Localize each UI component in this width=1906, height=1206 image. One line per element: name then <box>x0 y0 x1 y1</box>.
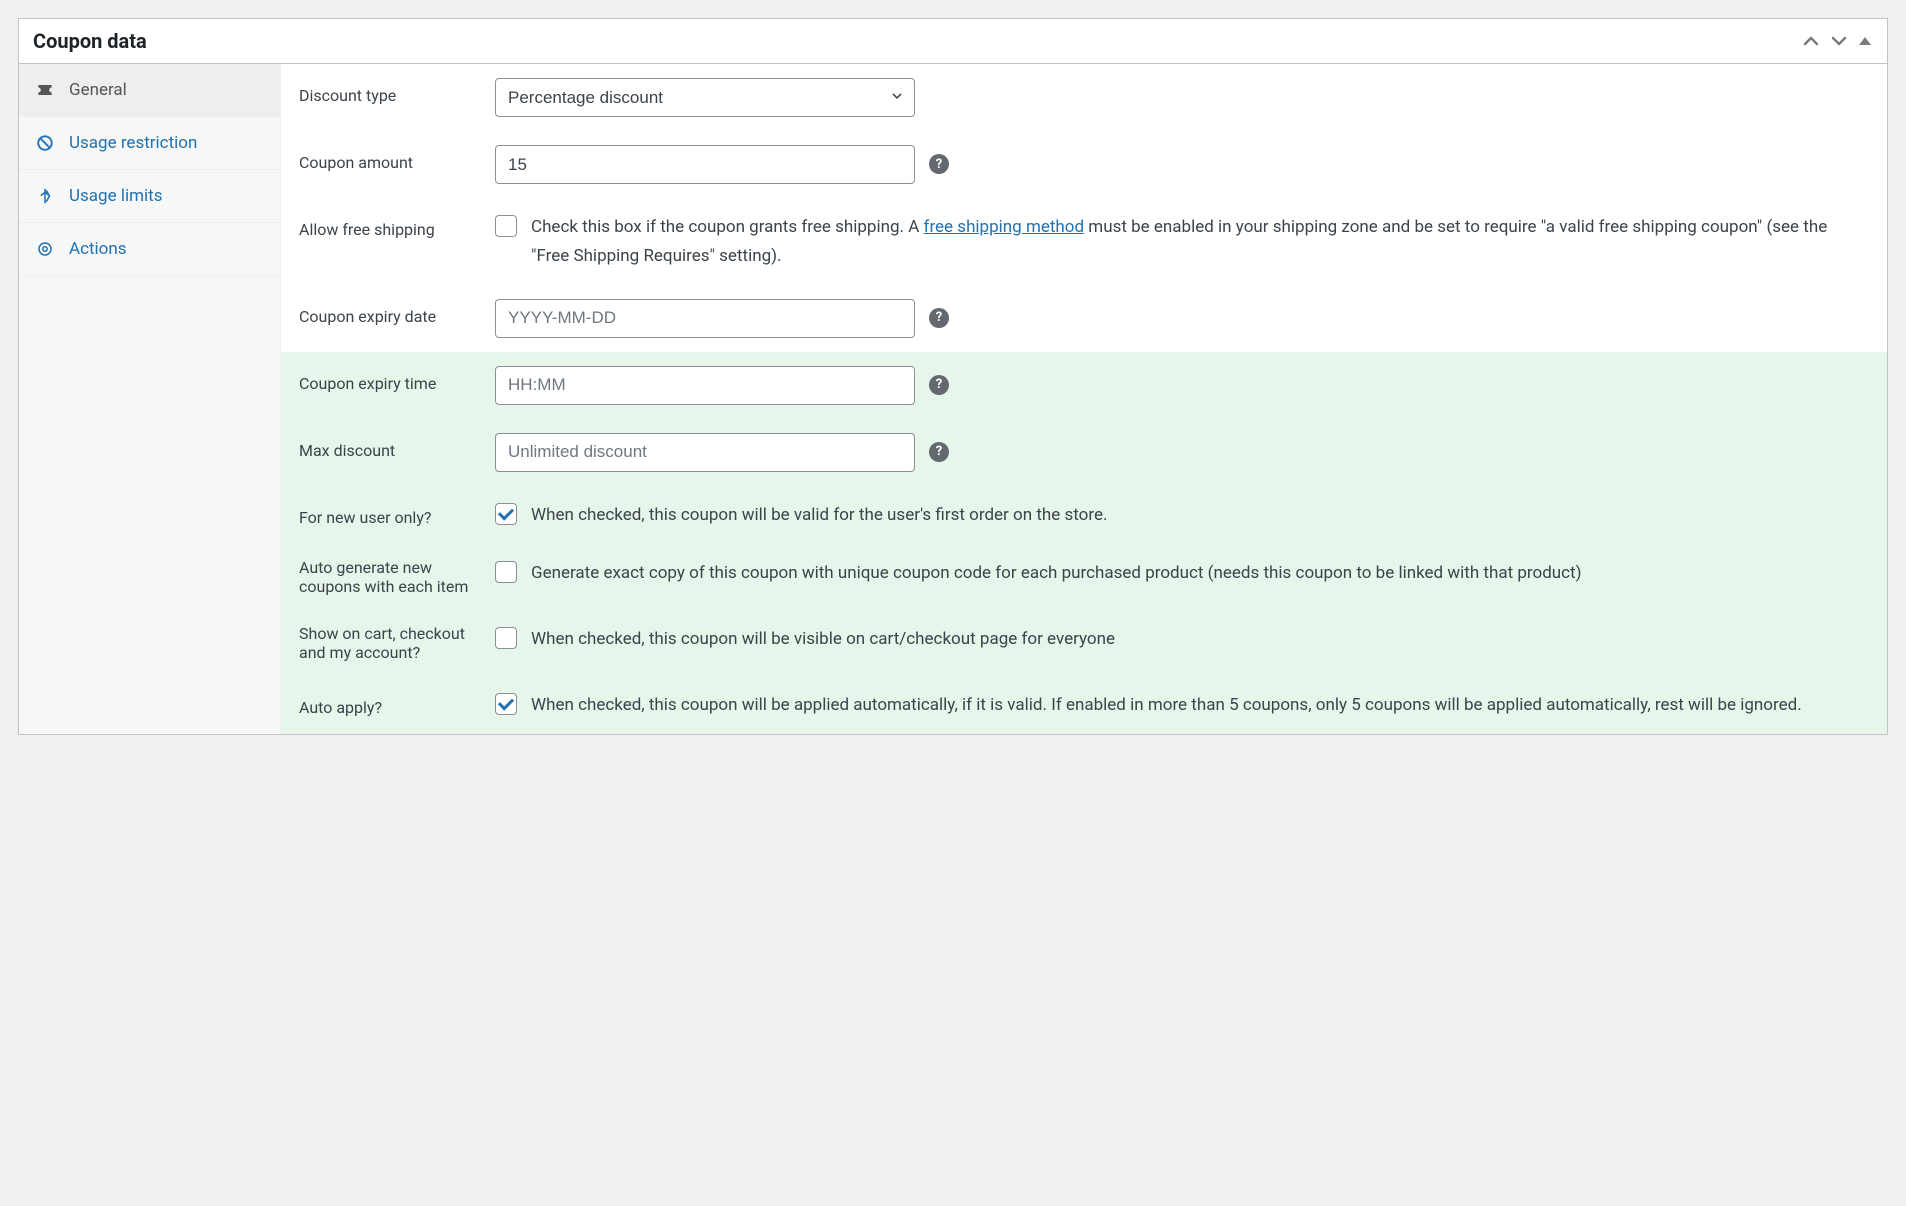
form-content: Discount type Percentage discount Coupon… <box>281 64 1887 734</box>
label-discount-type: Discount type <box>299 78 477 105</box>
panel-header: Coupon data <box>19 19 1887 64</box>
tab-actions[interactable]: Actions <box>19 223 280 276</box>
coupon-data-panel: Coupon data General <box>18 18 1888 735</box>
allow-free-shipping-checkbox[interactable] <box>495 215 517 237</box>
max-discount-input[interactable] <box>495 433 915 472</box>
auto-generate-checkbox[interactable] <box>495 561 517 583</box>
row-max-discount: Max discount ? <box>281 419 1887 486</box>
row-auto-generate: Auto generate new coupons with each item… <box>281 544 1887 610</box>
row-allow-free-shipping: Allow free shipping Check this box if th… <box>281 198 1887 285</box>
panel-header-icons <box>1801 31 1873 51</box>
panel-title: Coupon data <box>33 29 147 53</box>
label-coupon-amount: Coupon amount <box>299 145 477 172</box>
gear-icon <box>35 239 55 259</box>
panel-body: General Usage restriction Usage limits A… <box>19 64 1887 734</box>
coupon-expiry-date-input[interactable] <box>495 299 915 338</box>
compress-icon <box>35 186 55 206</box>
row-new-user-only: For new user only? When checked, this co… <box>281 486 1887 544</box>
label-allow-free-shipping: Allow free shipping <box>299 212 477 239</box>
row-coupon-expiry-time: Coupon expiry time ? <box>281 352 1887 419</box>
sidebar: General Usage restriction Usage limits A… <box>19 64 281 734</box>
tab-label: Actions <box>69 239 127 259</box>
row-coupon-amount: Coupon amount ? <box>281 131 1887 198</box>
help-icon[interactable]: ? <box>929 442 949 462</box>
auto-apply-description: When checked, this coupon will be applie… <box>531 691 1802 720</box>
label-auto-generate: Auto generate new coupons with each item <box>299 558 477 596</box>
new-user-only-description: When checked, this coupon will be valid … <box>531 501 1107 530</box>
label-show-on-cart: Show on cart, checkout and my account? <box>299 624 477 662</box>
tab-label: Usage restriction <box>69 133 197 153</box>
tab-general[interactable]: General <box>19 64 280 117</box>
show-on-cart-checkbox[interactable] <box>495 627 517 649</box>
coupon-expiry-time-input[interactable] <box>495 366 915 405</box>
auto-apply-checkbox[interactable] <box>495 693 517 715</box>
tab-label: Usage limits <box>69 186 162 206</box>
help-icon[interactable]: ? <box>929 154 949 174</box>
tab-usage-restriction[interactable]: Usage restriction <box>19 117 280 170</box>
row-auto-apply: Auto apply? When checked, this coupon wi… <box>281 676 1887 734</box>
tab-usage-limits[interactable]: Usage limits <box>19 170 280 223</box>
ticket-icon <box>35 80 55 100</box>
label-new-user-only: For new user only? <box>299 500 477 527</box>
allow-free-shipping-description: Check this box if the coupon grants free… <box>531 213 1869 271</box>
chevron-up-icon[interactable] <box>1801 31 1821 51</box>
label-max-discount: Max discount <box>299 433 477 460</box>
row-show-on-cart: Show on cart, checkout and my account? W… <box>281 610 1887 676</box>
row-coupon-expiry-date: Coupon expiry date ? <box>281 285 1887 352</box>
label-coupon-expiry-date: Coupon expiry date <box>299 299 477 326</box>
tab-label: General <box>69 80 127 100</box>
free-shipping-method-link[interactable]: free shipping method <box>924 217 1085 237</box>
auto-generate-description: Generate exact copy of this coupon with … <box>531 559 1582 588</box>
label-auto-apply: Auto apply? <box>299 690 477 717</box>
chevron-down-icon[interactable] <box>1829 31 1849 51</box>
help-icon[interactable]: ? <box>929 308 949 328</box>
row-discount-type: Discount type Percentage discount <box>281 64 1887 131</box>
discount-type-select[interactable]: Percentage discount <box>495 78 915 117</box>
help-icon[interactable]: ? <box>929 375 949 395</box>
label-coupon-expiry-time: Coupon expiry time <box>299 366 477 393</box>
coupon-amount-input[interactable] <box>495 145 915 184</box>
new-user-only-checkbox[interactable] <box>495 503 517 525</box>
show-on-cart-description: When checked, this coupon will be visibl… <box>531 625 1115 654</box>
ban-icon <box>35 133 55 153</box>
triangle-up-icon[interactable] <box>1857 33 1873 49</box>
